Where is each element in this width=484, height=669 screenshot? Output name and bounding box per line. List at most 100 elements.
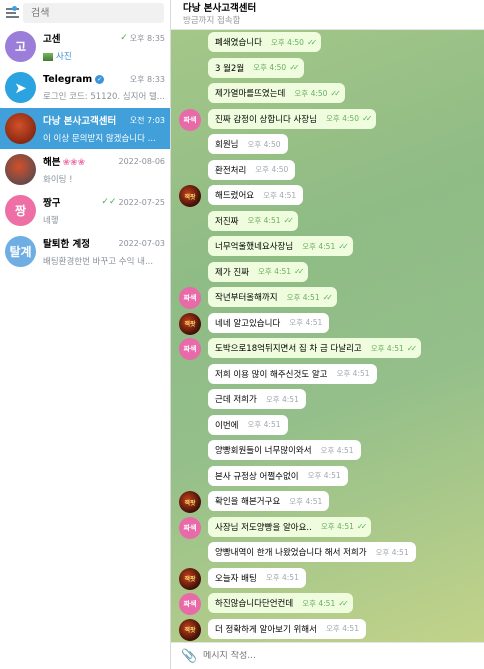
outgoing-message[interactable]: 하진않습니다단언컨데 오후 4:51 ✓✓ [208, 593, 353, 613]
chat-preview: 네헿 [43, 216, 59, 226]
message-row: 잭팟 더 정확하게 알아보기 위해서 오후 4:51 [171, 618, 484, 641]
incoming-message[interactable]: 근데 저희가 오후 4:51 [208, 389, 306, 409]
chat-list-item[interactable]: 해븐 ❀❀❀ 2022-08-06 화이팅 ! [0, 149, 170, 190]
outgoing-message[interactable]: 너무억울했네요사장님 오후 4:51 ✓✓ [208, 236, 353, 256]
outgoing-message[interactable]: 작년부터올해까지 오후 4:51 ✓✓ [208, 287, 337, 307]
chat-time-text: 오후 8:35 [129, 33, 165, 43]
message-time: 오후 4:51 [289, 496, 323, 506]
message-time: 오후 4:51 [307, 471, 341, 480]
message-time: 오후 4:50 [270, 37, 304, 47]
read-ticks-icon: ✓✓ [361, 114, 373, 123]
read-ticks-icon: ✓✓ [338, 241, 349, 251]
message-input[interactable] [203, 651, 474, 661]
message-time: 오후 4:51 [302, 241, 336, 251]
sender-avatar[interactable]: 잭팟 [179, 185, 201, 207]
chat-panel: 다낭 본사고객센터 방금까지 접속함 폐쇄였습니다 오후 4:50 ✓✓ 3 월2월 오… [171, 0, 484, 669]
outgoing-message[interactable]: 3 월2월 오후 4:50 ✓✓ [208, 57, 304, 78]
chat-time: 2022-07-03 [119, 239, 166, 248]
message-row: 3 월2월 오후 4:50 ✓✓ [171, 57, 484, 79]
chat-top: 다낭 본사고객센터 오전 7:03 [43, 113, 165, 128]
chat-header[interactable]: 다낭 본사고객센터 방금까지 접속함 [171, 0, 484, 30]
incoming-message[interactable]: 이번에 오후 4:51 [208, 414, 288, 435]
sender-avatar[interactable]: 짜색 [179, 108, 201, 131]
chat-list-item[interactable]: 탈계 탈퇴한 계정 2022-07-03 배팅환경한번 바꾸고 수익 내... [0, 231, 170, 272]
attach-icon[interactable]: 📎 [181, 649, 197, 664]
sender-avatar[interactable]: 잭팟 [179, 567, 201, 590]
message-row: 짜색 하진않습니다단언컨데 오후 4:51 ✓✓ [171, 592, 484, 615]
message-time: 오후 4:50 [294, 88, 328, 98]
outgoing-message[interactable]: 저진짜 오후 4:51 ✓✓ [208, 210, 298, 231]
message-row: 저희 이용 많이 해주신것도 알고 오후 4:51 [171, 363, 484, 385]
incoming-message[interactable]: 회원님 오후 4:50 [208, 134, 288, 154]
incoming-message[interactable]: 더 정확하게 알아보기 위해서 오후 4:51 [208, 618, 366, 639]
message-text: 하진않습니다단언컨데 [215, 599, 294, 609]
message-row: 회원님 오후 4:50 [171, 133, 484, 155]
chat-body: 고센 ✓ 오후 8:35 사진 [43, 31, 165, 62]
incoming-message[interactable]: 오늘자 배팅 오후 4:51 [208, 567, 306, 588]
chat-list-item[interactable]: ➤ Telegram ✓ 오후 8:33 로그인 코드: 51120. 심지어 텔... [0, 67, 170, 108]
avatar: 고 [5, 31, 36, 62]
incoming-message[interactable]: 확인을 해본거구요 오후 4:51 [208, 491, 330, 511]
outgoing-message[interactable]: 사장님 저도양빵을 알아요.. 오후 4:51 ✓✓ [208, 516, 372, 537]
chat-list-item[interactable]: 고 고센 ✓ 오후 8:35 사진 [0, 26, 170, 67]
message-text: 양빵내역이 한개 나왔었습니다 해서 저희가 [215, 548, 367, 558]
sender-avatar[interactable]: 짜색 [179, 338, 201, 360]
chat-preview: 로그인 코드: 51120. 심지어 텔... [43, 91, 165, 102]
incoming-message[interactable]: 네네 알고있습니다 오후 4:51 [208, 312, 330, 333]
sender-avatar[interactable]: 잭팟 [179, 312, 201, 335]
outgoing-message[interactable]: 진짜 감정이 상합니다 사장님 오후 4:50 ✓✓ [208, 108, 377, 129]
avatar [5, 154, 36, 185]
message-row: 제가 진짜 오후 4:51 ✓✓ [171, 261, 484, 283]
chat-time: 2022-08-06 [119, 157, 166, 166]
sender-avatar[interactable]: 짜색 [179, 516, 201, 539]
incoming-message[interactable]: 양빵내역이 한개 나왔었습니다 해서 저희가 오후 4:51 [208, 542, 416, 562]
read-ticks-icon: ✓✓ [406, 343, 418, 353]
read-check-icon: ✓ [120, 33, 128, 43]
chat-time-text: 2022-07-03 [118, 238, 166, 248]
message-row: 너무억울했네요사장님 오후 4:51 ✓✓ [171, 235, 484, 257]
sender-avatar[interactable]: 짜색 [179, 593, 201, 615]
message-row: 짜색 사장님 저도양빵을 알아요.. 오후 4:51 ✓✓ [171, 516, 484, 539]
message-row: 환전처리 오후 4:50 [171, 159, 484, 181]
read-ticks-icon: ✓✓ [356, 522, 368, 531]
outgoing-message[interactable]: 제가 진짜 오후 4:51 ✓✓ [208, 261, 309, 282]
chat-list: 고 고센 ✓ 오후 8:35 사진 ➤ Telegram ✓ 오후 8:33 로그인 코드: 51… [0, 26, 170, 272]
photo-thumbnail-icon [43, 52, 53, 61]
outgoing-message[interactable]: 도박으로18억뒤지면서 집 차 금 다날리고 오후 4:51 ✓✓ [208, 338, 422, 358]
message-row: 짜색 진짜 감정이 상합니다 사장님 오후 4:50 ✓✓ [171, 108, 484, 131]
message-time: 오후 4:50 [247, 139, 281, 149]
message-time: 오후 4:51 [302, 598, 336, 608]
outgoing-message[interactable]: 제가열마를뜨였는데 오후 4:50 ✓✓ [208, 83, 345, 103]
message-time: 오후 4:51 [325, 624, 359, 633]
sender-avatar[interactable]: 짜색 [179, 287, 201, 309]
chat-list-item[interactable]: 짱 짱구 ✓✓ 2022-07-25 네헿 [0, 190, 170, 231]
incoming-message[interactable]: 환전처리 오후 4:50 [208, 159, 296, 180]
incoming-message[interactable]: 양빵회원들이 너무많이와서 오후 4:51 [208, 440, 361, 460]
hamburger-menu-icon[interactable] [6, 6, 19, 19]
incoming-message[interactable]: 본사 규정상 어쩔수없이 오후 4:51 [208, 465, 348, 486]
search-input[interactable] [23, 3, 164, 23]
chat-list-sidebar: 고 고센 ✓오후 8:35 사진 ➤Telegram✓오후 8:33로그인 코드: 51… [0, 0, 171, 669]
message-time: 오후 4:50 [253, 63, 287, 72]
incoming-message[interactable]: 해드렸어요 오후 4:51 [208, 185, 304, 205]
message-text: 양빵회원들이 너무많이와서 [215, 446, 312, 456]
chat-time: ✓ 오후 8:35 [120, 33, 165, 44]
chat-name: 고센 [43, 34, 61, 45]
chat-list-item[interactable]: 다낭 본사고객센터 오전 7:03 이 이상 문의받지 않겠습니다 ... [0, 108, 170, 149]
message-row: 저진짜 오후 4:51 ✓✓ [171, 210, 484, 232]
message-area[interactable]: 폐쇄였습니다 오후 4:50 ✓✓ 3 월2월 오후 4:50 ✓✓ 제가열마를뜨였는데 오후… [171, 30, 484, 642]
chat-body: Telegram ✓ 오후 8:33 로그인 코드: 51120. 심지어 텔... [43, 74, 165, 102]
message-time: 오후 4:51 [370, 343, 404, 353]
message-text: 네네 알고있습니다 [215, 318, 281, 329]
sender-avatar[interactable]: 잭팟 [179, 491, 201, 513]
incoming-message[interactable]: 저희 이용 많이 해주신것도 알고 오후 4:51 [208, 363, 377, 384]
sender-avatar[interactable]: 잭팟 [179, 618, 201, 641]
outgoing-message[interactable]: 폐쇄였습니다 오후 4:50 ✓✓ [208, 32, 322, 52]
chat-body: 짱구 ✓✓ 2022-07-25 네헿 [43, 195, 165, 226]
chat-preview-text: 사진 [56, 52, 72, 62]
message-row: 이번에 오후 4:51 [171, 414, 484, 436]
chat-preview: 배팅환경한번 바꾸고 수익 내... [43, 257, 154, 267]
chat-time: ✓✓ 2022-07-25 [101, 197, 165, 207]
avatar: 탈계 [5, 236, 36, 267]
search-row [0, 0, 170, 26]
